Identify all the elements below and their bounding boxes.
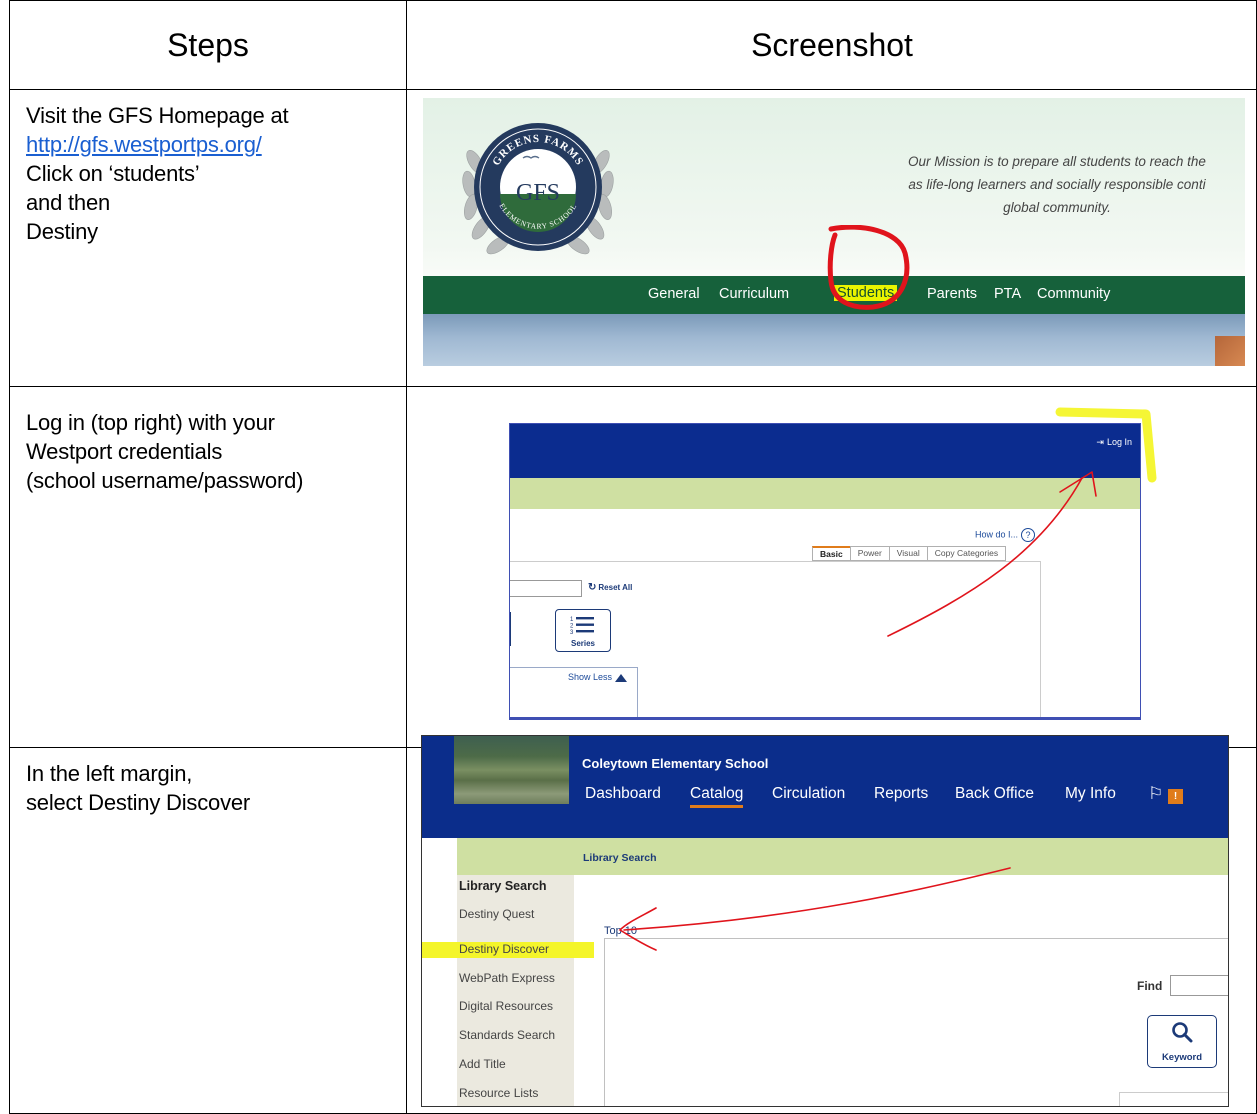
svg-text:3: 3 (570, 630, 574, 635)
refresh-icon: ↻ (588, 582, 597, 593)
sidebar-item-destiny-quest[interactable]: Destiny Quest (459, 907, 534, 921)
reset-label: Reset All (598, 583, 633, 592)
annotation-arrow-line (887, 477, 1083, 637)
mission-line-3: global community. (1003, 200, 1111, 215)
sidebar-item-resource-lists[interactable]: Resource Lists (459, 1086, 538, 1100)
nav-general[interactable]: General (648, 286, 700, 302)
step-3-line-1: In the left margin, (26, 761, 193, 786)
keyword-label: Keyword (1161, 1052, 1203, 1063)
step-1-line-4: and then (26, 190, 111, 215)
find-input[interactable] (1170, 975, 1228, 996)
row-divider-header (10, 89, 1256, 90)
annotation-login-overlay (887, 407, 1157, 637)
step-2-line-3: (school username/password) (26, 468, 304, 493)
nav-back-office[interactable]: Back Office (955, 785, 1034, 803)
step-1-line-5: Destiny (26, 219, 98, 244)
magnifier-icon (1172, 1022, 1193, 1043)
svg-text:1: 1 (570, 617, 574, 623)
step-2-text: Log in (top right) with your Westport cr… (26, 408, 303, 495)
header-screenshot: Screenshot (751, 26, 913, 63)
school-photo (454, 736, 569, 804)
reset-all-button[interactable]: ↻ Reset All (588, 582, 632, 593)
sidebar-item-add-title[interactable]: Add Title (459, 1057, 506, 1071)
destiny-catalog-screenshot: Coleytown Elementary School Dashboard Ca… (421, 735, 1229, 1107)
nav-catalog[interactable]: Catalog (690, 785, 744, 808)
roof-image (1215, 336, 1245, 366)
series-label: Series (570, 639, 596, 648)
button-edge (510, 612, 511, 646)
nav-community[interactable]: Community (1037, 286, 1110, 302)
step-2-line-2: Westport credentials (26, 439, 223, 464)
sidebar-item-webpath-express[interactable]: WebPath Express (459, 971, 555, 985)
alert-badge[interactable]: ! (1168, 789, 1183, 804)
flag-icon[interactable]: ⚐ (1148, 784, 1163, 804)
show-less-label: Show Less (568, 672, 613, 682)
series-button[interactable]: 1 2 3 Series (555, 609, 611, 652)
results-box (1119, 1092, 1228, 1106)
nav-reports[interactable]: Reports (874, 785, 928, 803)
column-divider (406, 1, 407, 1113)
step-3-line-2: select Destiny Discover (26, 790, 251, 815)
annotation-circle (827, 225, 910, 310)
sidebar-item-library-search[interactable]: Library Search (459, 879, 547, 893)
school-name: Coleytown Elementary School (582, 756, 769, 771)
numbered-list-icon: 1 2 3 (570, 617, 594, 635)
mission-line-2: as life-long learners and socially respo… (908, 177, 1206, 192)
bottom-border (510, 717, 1140, 719)
sky-banner (423, 314, 1245, 366)
mission-statement: Our Mission is to prepare all students t… (877, 150, 1237, 219)
annotation-highlight (1055, 407, 1157, 483)
step-3-text: In the left margin, select Destiny Disco… (26, 759, 250, 817)
sidebar-item-standards-search[interactable]: Standards Search (459, 1028, 555, 1042)
keyword-search-button[interactable]: Keyword (1147, 1015, 1217, 1068)
logo-center-text: GFS (516, 180, 560, 206)
row-divider-1 (10, 386, 1256, 387)
tab-basic[interactable]: Basic (812, 546, 851, 561)
triangle-up-icon (615, 673, 628, 682)
find-label: Find (1137, 979, 1163, 993)
step-1-line-1: Visit the GFS Homepage at (26, 103, 289, 128)
nav-my-info[interactable]: My Info (1065, 785, 1116, 803)
step-1-line-3: Click on ‘students’ (26, 161, 200, 186)
step-2-line-1: Log in (top right) with your (26, 410, 275, 435)
gfs-homepage-link[interactable]: http://gfs.westportps.org/ (26, 132, 262, 157)
sidebar-item-destiny-discover[interactable]: Destiny Discover (459, 942, 549, 956)
nav-dashboard[interactable]: Dashboard (585, 785, 661, 803)
annotation-arrow (618, 867, 1011, 951)
nav-curriculum[interactable]: Curriculum (719, 286, 789, 302)
nav-pta[interactable]: PTA (994, 286, 1021, 302)
search-input[interactable] (510, 580, 582, 597)
svg-text:2: 2 (570, 624, 574, 630)
header-steps: Steps (167, 26, 249, 63)
step-1-text: Visit the GFS Homepage at http://gfs.wes… (26, 101, 289, 246)
mission-line-1: Our Mission is to prepare all students t… (908, 154, 1206, 169)
nav-parents[interactable]: Parents (927, 286, 977, 302)
sidebar-item-digital-resources[interactable]: Digital Resources (459, 999, 553, 1013)
show-less-link[interactable]: Show Less (568, 672, 628, 682)
nav-circulation[interactable]: Circulation (772, 785, 845, 803)
gfs-homepage-screenshot: GREENS FARMS ELEMENTARY SCHOOL GFS Our M… (423, 98, 1245, 366)
gfs-logo: GREENS FARMS ELEMENTARY SCHOOL GFS (462, 123, 614, 255)
